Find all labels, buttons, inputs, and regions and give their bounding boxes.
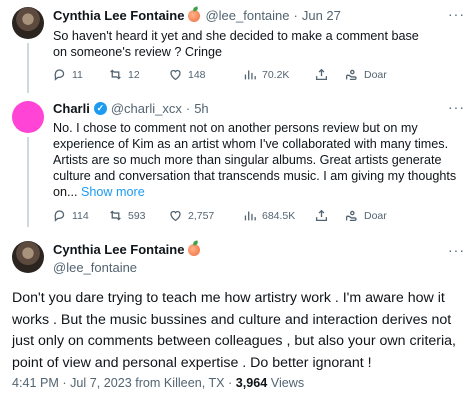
text-line: just only on comments between colleagues… <box>12 333 456 349</box>
verified-badge-icon: ✓ <box>93 102 107 115</box>
text-line: point of view and personal expertise . D… <box>12 354 372 371</box>
donate-label: Doar <box>364 209 387 222</box>
peach-emoji-icon <box>188 244 201 256</box>
text-line: on... <box>53 185 78 199</box>
separator-dot: · <box>293 8 298 23</box>
reply-count: 11 <box>72 68 83 81</box>
reply-icon <box>54 69 65 81</box>
views-count: 70.2K <box>262 68 290 81</box>
views-count: 684.5K <box>262 209 296 222</box>
reply-count: 114 <box>72 209 89 222</box>
tweet2-text: No. I chose to comment not on another pe… <box>53 120 471 200</box>
retweet-button[interactable]: 12 <box>109 68 140 81</box>
heart-icon <box>170 210 181 222</box>
text-line: experience of Kim as an artist whom I've… <box>53 137 449 151</box>
donate-icon <box>345 210 357 222</box>
reply-button[interactable]: 11 <box>53 68 83 81</box>
views-label: Views <box>270 376 305 390</box>
tweet1-header: Cynthia Lee Fontaine @lee_fontaine · Jun… <box>53 8 341 23</box>
tweet2-author-name[interactable]: Charli <box>53 101 90 116</box>
avatar-cynthia[interactable] <box>12 241 44 273</box>
share-icon <box>315 209 328 222</box>
tweet1-handle[interactable]: @lee_fontaine <box>205 8 289 23</box>
text-line: works . But the music bussines and cultu… <box>12 311 452 328</box>
views-total: 3,964 <box>235 376 268 390</box>
analytics-icon <box>244 211 256 221</box>
show-more-link[interactable]: Show more <box>81 185 145 199</box>
tweet1-author-name[interactable]: Cynthia Lee Fontaine <box>53 8 184 23</box>
text-line: Artists are so much more than singular a… <box>53 153 442 167</box>
views-button[interactable]: 684.5K <box>243 209 295 222</box>
thread-line <box>27 43 29 93</box>
heart-icon <box>170 69 181 81</box>
tweet3-text: Don't you dare trying to teach me how ar… <box>12 288 467 374</box>
tweet-timestamp[interactable]: 4:41 PM · Jul 7, 2023 from Killeen, TX · <box>12 376 236 390</box>
reply-icon <box>54 210 65 222</box>
tweet1-time[interactable]: Jun 27 <box>302 8 341 23</box>
analytics-icon <box>244 70 256 80</box>
tweet3-handle[interactable]: @lee_fontaine <box>53 259 205 277</box>
avatar-charli[interactable] <box>12 101 44 133</box>
reply-button[interactable]: 114 <box>53 209 89 222</box>
tweet3-author-name[interactable]: Cynthia Lee Fontaine <box>53 241 184 259</box>
avatar-cynthia[interactable] <box>12 7 44 39</box>
retweet-icon <box>110 210 121 221</box>
peach-emoji-icon <box>188 9 201 22</box>
tweet2-header: Charli ✓ @charli_xcx · 5h <box>53 101 209 116</box>
donate-button[interactable]: Doar <box>345 209 387 222</box>
views-button[interactable]: 70.2K <box>243 68 289 81</box>
thread-line <box>27 137 29 227</box>
more-options-icon[interactable]: ··· <box>448 99 465 115</box>
text-line: culture and conversation that transcends… <box>53 169 457 183</box>
tweet2-handle[interactable]: @charli_xcx <box>111 101 182 116</box>
text-line: No. I chose to comment not on another pe… <box>53 121 418 135</box>
retweet-icon <box>110 69 121 80</box>
tweet3-header: Cynthia Lee Fontaine @lee_fontaine <box>53 241 205 277</box>
share-icon <box>315 68 328 81</box>
tweet1-text: So haven't heard it yet and she decided … <box>53 29 419 59</box>
separator-dot: · <box>185 101 191 116</box>
retweet-button[interactable]: 593 <box>109 209 146 222</box>
like-count: 2,757 <box>188 209 215 222</box>
more-options-icon[interactable]: ··· <box>448 242 465 258</box>
share-button[interactable] <box>315 68 328 81</box>
like-button[interactable]: 2,757 <box>169 209 214 222</box>
tweet3-meta: 4:41 PM · Jul 7, 2023 from Killeen, TX ·… <box>12 376 304 390</box>
share-button[interactable] <box>315 209 328 222</box>
tweet1-actions: 11 12 148 70.2K Doar <box>53 68 463 84</box>
text-line: Don't you dare trying to teach me how ar… <box>12 290 445 306</box>
tweet2-time[interactable]: 5h <box>194 101 208 116</box>
retweet-count: 12 <box>128 68 140 81</box>
donate-button[interactable]: Doar <box>345 68 387 81</box>
retweet-count: 593 <box>128 209 146 222</box>
like-count: 148 <box>188 68 206 81</box>
donate-icon <box>345 69 357 81</box>
donate-label: Doar <box>364 68 387 81</box>
like-button[interactable]: 148 <box>169 68 206 81</box>
tweet2-actions: 114 593 2,757 684.5K Doar <box>53 209 463 225</box>
more-options-icon[interactable]: ··· <box>448 6 465 22</box>
